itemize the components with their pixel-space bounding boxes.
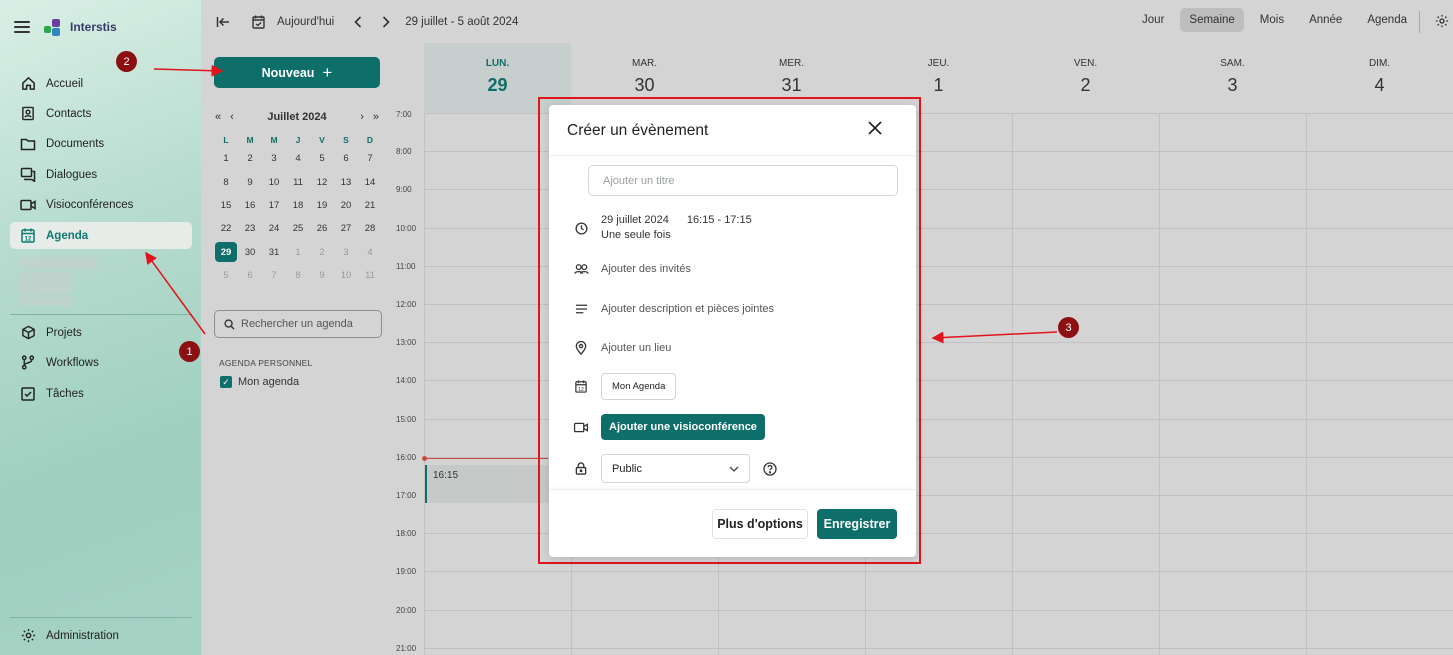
annotation-arrow-3: [931, 331, 1058, 344]
annotation-arrows: [145, 64, 1058, 344]
annotation-arrow-2: [153, 64, 224, 77]
annotation-arrow-1: [145, 251, 206, 335]
annotation-badge-1: 1: [179, 341, 200, 362]
annotation-badge-3: 3: [1058, 317, 1079, 338]
annotation-badge-2: 2: [116, 51, 137, 72]
